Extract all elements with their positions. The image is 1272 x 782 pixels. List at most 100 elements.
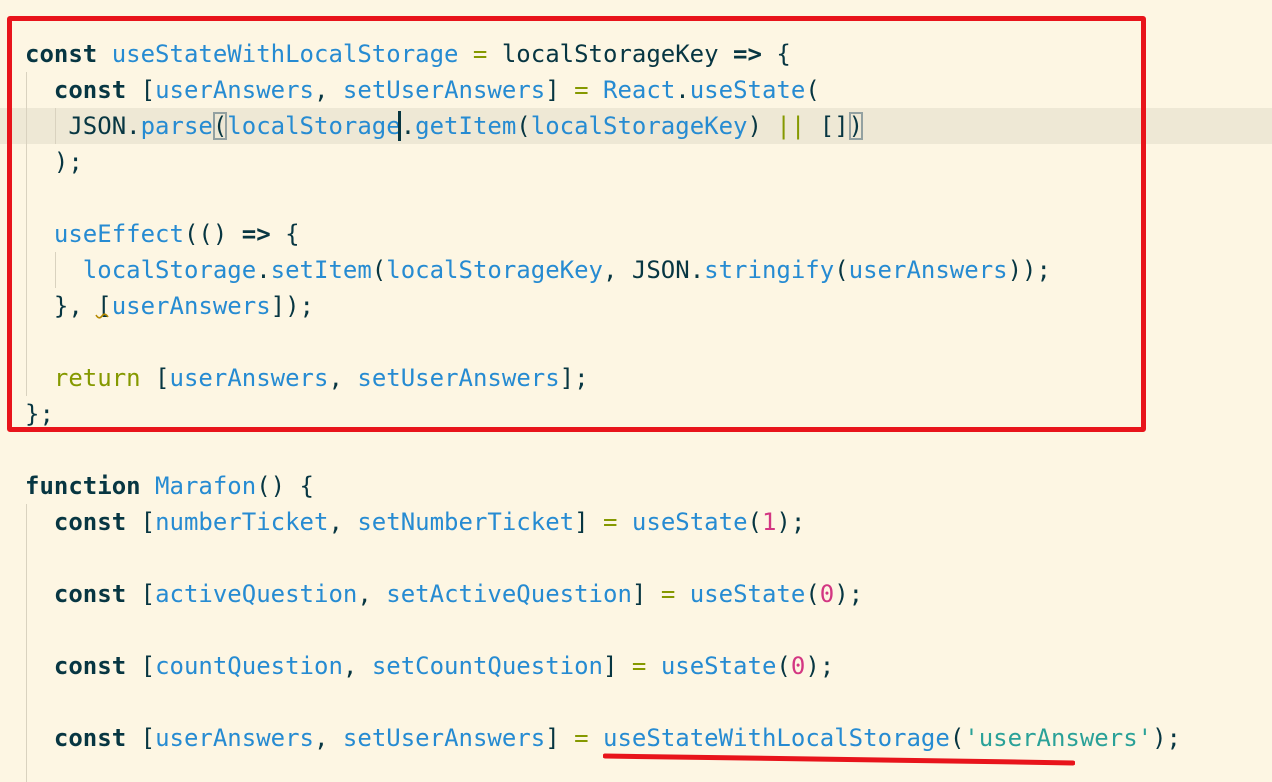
code-token: activeQuestion <box>155 580 358 608</box>
code-token: ]; <box>559 364 589 392</box>
code-token: Marafon <box>155 472 257 500</box>
code-token: userAnswers <box>169 364 329 392</box>
code-token: . <box>256 256 271 284</box>
code-token: ] <box>631 580 661 608</box>
code-line-text: return [userAnswers, setUserAnswers]; <box>25 360 589 396</box>
code-line[interactable]: JSON.parse(localStorage.getItem(localSto… <box>0 108 1272 144</box>
code-line-text: const [activeQuestion, setActiveQuestion… <box>25 576 863 612</box>
code-token: )); <box>1007 256 1051 284</box>
code-token: ( <box>805 580 820 608</box>
code-token: , <box>314 76 343 104</box>
code-token: useState <box>631 508 748 536</box>
code-token: , <box>314 724 343 752</box>
code-token: userAnswers <box>155 76 315 104</box>
code-token: = <box>574 76 589 104</box>
code-token: ); <box>1152 724 1182 752</box>
code-line[interactable]: const [countQuestion, setCountQuestion] … <box>0 648 1272 684</box>
code-token: userAnswers <box>848 256 1008 284</box>
code-token: localStorage <box>227 112 401 140</box>
code-token: countQuestion <box>155 652 343 680</box>
code-editor[interactable]: const useStateWithLocalStorage = localSt… <box>0 0 1272 782</box>
code-token: ) <box>848 112 864 140</box>
code-line-text: }, [userAnswers]); <box>25 288 314 324</box>
code-token: }; <box>25 400 54 428</box>
code-token: useEffect <box>53 220 184 248</box>
code-token: = <box>574 724 589 752</box>
code-token: , <box>328 364 358 392</box>
code-line-text: ); <box>25 144 83 180</box>
code-token: ] <box>545 76 575 104</box>
code-token: useState <box>689 76 806 104</box>
code-line[interactable]: const [numberTicket, setNumberTicket] = … <box>0 504 1272 540</box>
code-token: stringify <box>704 256 835 284</box>
code-line[interactable]: const useStateWithLocalStorage = localSt… <box>0 36 1272 72</box>
code-line[interactable] <box>0 432 1272 468</box>
code-line[interactable]: useEffect(() => { <box>0 216 1272 252</box>
code-line[interactable] <box>0 540 1272 576</box>
code-line[interactable]: return [userAnswers, setUserAnswers]; <box>0 360 1272 396</box>
code-token: = <box>458 40 502 68</box>
code-line[interactable]: }; <box>0 396 1272 432</box>
code-line[interactable]: function Marafon() { <box>0 468 1272 504</box>
code-token: 0 <box>790 652 806 680</box>
code-token: ); <box>776 508 806 536</box>
code-token: [ <box>140 76 156 104</box>
code-token: 0 <box>819 580 835 608</box>
warning-squiggle <box>95 313 109 319</box>
code-token: React <box>603 76 676 104</box>
code-token: localStorageKey <box>530 112 748 140</box>
code-line[interactable]: ); <box>0 144 1272 180</box>
code-line[interactable]: }, [userAnswers]); <box>0 288 1272 324</box>
code-token: = <box>631 652 647 680</box>
code-line[interactable] <box>0 180 1272 216</box>
code-token: return <box>53 364 141 392</box>
code-line[interactable]: const [userAnswers, setUserAnswers] = us… <box>0 720 1272 756</box>
code-token: ]); <box>270 292 315 320</box>
code-token: (() <box>183 220 242 248</box>
code-line-text: }; <box>25 396 54 432</box>
code-token: ] <box>574 508 604 536</box>
code-token: () { <box>256 472 314 500</box>
code-line-text: localStorage.setItem(localStorageKey, JS… <box>25 252 1051 288</box>
code-line[interactable] <box>0 684 1272 720</box>
code-token: , JSON. <box>603 256 705 284</box>
code-line[interactable] <box>0 324 1272 360</box>
code-token: setUserAnswers <box>357 364 560 392</box>
code-token: function <box>25 472 156 500</box>
code-line-text: const [userAnswers, setUserAnswers] = Re… <box>25 72 820 108</box>
code-token: [ <box>140 724 156 752</box>
code-token: const <box>53 508 141 536</box>
code-line-text: const [numberTicket, setNumberTicket] = … <box>25 504 805 540</box>
code-token: numberTicket <box>155 508 329 536</box>
code-token: , <box>342 652 372 680</box>
code-line-text: const [countQuestion, setCountQuestion] … <box>25 648 834 684</box>
code-line[interactable]: const [activeQuestion, setActiveQuestion… <box>0 576 1272 612</box>
code-token: ( <box>834 256 849 284</box>
code-token: , <box>328 508 358 536</box>
code-token: ); <box>25 148 83 176</box>
code-token: ( <box>776 652 791 680</box>
code-token: 1 <box>761 508 777 536</box>
code-token: ( <box>516 112 531 140</box>
code-token: ] <box>545 724 575 752</box>
code-token: ( <box>371 256 387 284</box>
code-line[interactable] <box>0 612 1272 648</box>
code-token: setNumberTicket <box>357 508 575 536</box>
code-token: || <box>776 112 806 140</box>
code-token: 'userAnswers' <box>964 724 1153 752</box>
code-token: const <box>53 580 141 608</box>
code-line[interactable]: const [userAnswers, setUserAnswers] = Re… <box>0 72 1272 108</box>
code-line[interactable]: localStorage.setItem(localStorageKey, JS… <box>0 252 1272 288</box>
code-token: parse <box>140 112 213 140</box>
indent-guide <box>26 504 27 782</box>
code-token: setUserAnswers <box>342 724 546 752</box>
code-token: ( <box>212 112 228 140</box>
code-token: ( <box>949 724 965 752</box>
code-token: const <box>53 724 141 752</box>
